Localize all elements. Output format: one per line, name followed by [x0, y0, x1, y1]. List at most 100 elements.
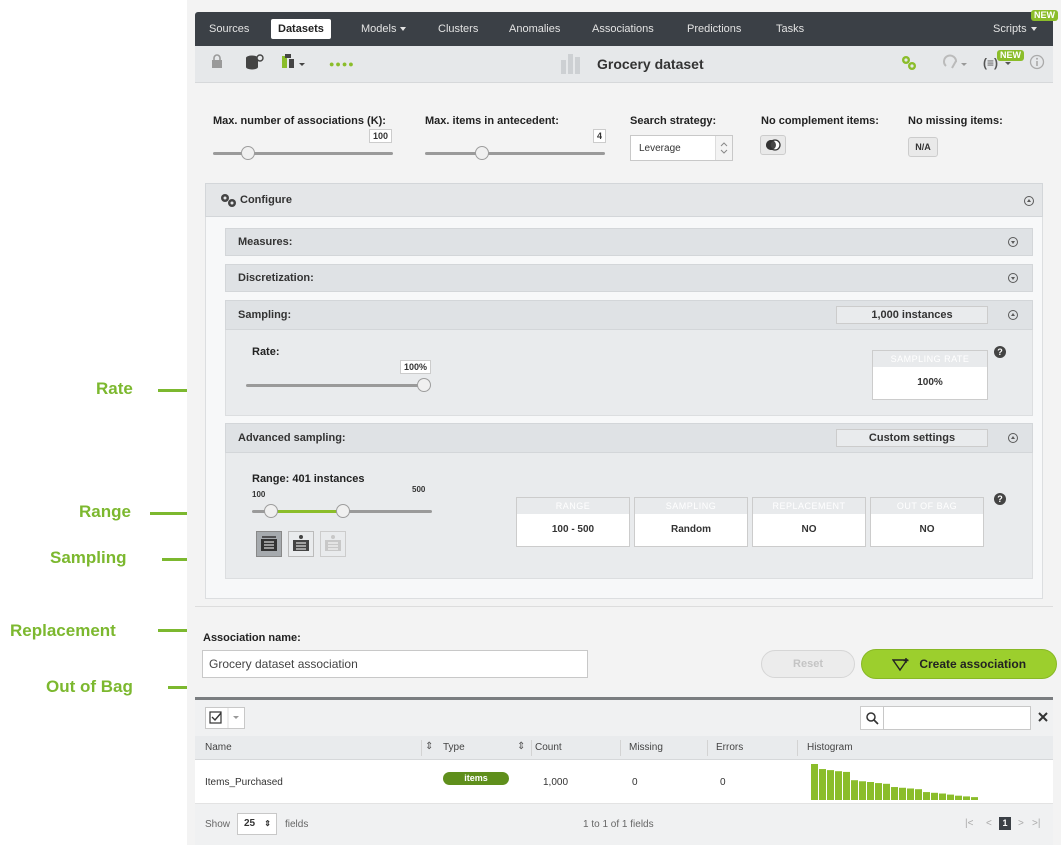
divider [195, 606, 1053, 607]
nav-predictions[interactable]: Predictions [687, 12, 741, 46]
next-page-icon[interactable]: > [1018, 818, 1024, 829]
nav-datasets[interactable]: Datasets [271, 19, 331, 39]
range-label: Range: 401 instances [252, 473, 365, 485]
first-page-icon[interactable]: |< [965, 818, 973, 829]
replacement-button[interactable] [288, 531, 314, 557]
sort-icon[interactable]: ⇕ [517, 741, 525, 752]
no-missing-toggle[interactable]: N/A [908, 137, 938, 157]
max-associations-label: Max. number of associations (K): [213, 115, 386, 127]
range-max-knob[interactable] [336, 504, 350, 518]
header-missing[interactable]: Missing [629, 742, 663, 753]
advanced-sampling-collapse-icon[interactable] [1008, 433, 1018, 443]
range-fill [271, 510, 343, 513]
histogram-bar [859, 781, 866, 800]
association-name-value: Grocery dataset association [209, 657, 358, 671]
max-associations-knob[interactable] [241, 146, 255, 160]
row-count: 1,000 [543, 777, 569, 788]
search-button[interactable] [860, 706, 884, 730]
sampling-rate-card-head: SAMPLING RATE [873, 351, 987, 367]
clear-search-icon[interactable] [1037, 710, 1049, 729]
column-selector[interactable] [205, 707, 245, 729]
search-icon [866, 712, 879, 725]
header-errors[interactable]: Errors [716, 742, 743, 753]
sampling-help-icon[interactable]: ? [994, 346, 1006, 358]
lock-icon[interactable] [211, 54, 223, 74]
nav-anomalies[interactable]: Anomalies [509, 12, 560, 46]
histogram-bar [891, 787, 898, 800]
nav-scripts-label: Scripts [993, 23, 1027, 35]
histogram-bar [851, 780, 858, 800]
more-actions-dots[interactable]: ●●●● [329, 54, 355, 74]
reset-label: Reset [793, 658, 823, 670]
configure-title: Configure [240, 194, 292, 206]
model-icon[interactable] [281, 54, 307, 74]
nav-tasks[interactable]: Tasks [776, 12, 804, 46]
header-name[interactable]: Name [205, 742, 232, 753]
nav-associations[interactable]: Associations [592, 12, 654, 46]
sort-icon[interactable]: ⇕ [425, 741, 433, 752]
range-min-knob[interactable] [264, 504, 278, 518]
no-missing-label: No missing items: [908, 115, 1003, 127]
row-name: Items_Purchased [205, 777, 283, 788]
out-of-bag-icon [325, 535, 341, 551]
database-search-icon[interactable] [245, 54, 265, 74]
no-complement-label: No complement items: [761, 115, 879, 127]
create-association-button[interactable]: Create association [861, 649, 1057, 679]
header-count[interactable]: Count [535, 742, 562, 753]
max-associations-value: 100 [369, 129, 393, 143]
rate-track[interactable] [246, 384, 426, 387]
discretization-title: Discretization: [238, 272, 314, 284]
rate-knob[interactable] [417, 378, 431, 392]
advanced-sampling-header[interactable]: Advanced sampling: Custom settings [225, 423, 1033, 453]
nav-sources[interactable]: Sources [209, 12, 249, 46]
max-items-value: 4 [593, 129, 607, 143]
measures-expand-icon[interactable] [1008, 237, 1018, 247]
nav-clusters[interactable]: Clusters [438, 12, 478, 46]
discretization-header[interactable]: Discretization: [225, 264, 1033, 292]
page-size-select[interactable]: 25 ⇕ [237, 813, 277, 835]
header-type[interactable]: Type [443, 742, 465, 753]
chevron-down-icon [400, 27, 407, 32]
configure-gears-icon[interactable] [900, 54, 918, 74]
current-page[interactable]: 1 [999, 817, 1011, 830]
association-name-input[interactable]: Grocery dataset association [202, 650, 588, 678]
out-of-bag-card-value: NO [919, 524, 935, 535]
table-row[interactable]: Items_Purchased items 1,000 0 0 [195, 760, 1053, 804]
sampling-header[interactable]: Sampling: 1,000 instances [225, 300, 1033, 330]
table-header-row: Name ⇕ Type ⇕ Count Missing Errors Histo… [195, 736, 1053, 760]
search-strategy-select[interactable]: Leverage [630, 135, 733, 161]
discretization-expand-icon[interactable] [1008, 273, 1018, 283]
dataset-toolbar: ●●●● Grocery dataset (≡) NEW [195, 46, 1053, 83]
advanced-sampling-help-icon[interactable]: ? [994, 493, 1006, 505]
prev-page-icon[interactable]: < [986, 818, 992, 829]
sampling-collapse-icon[interactable] [1008, 310, 1018, 320]
sampling-mode-button[interactable] [256, 531, 282, 557]
column-divider [421, 740, 422, 756]
search-input[interactable] [883, 706, 1031, 730]
histogram-bar [867, 782, 874, 800]
range-card: RANGE 100 - 500 [516, 497, 630, 547]
measures-header[interactable]: Measures: [225, 228, 1033, 256]
out-of-bag-button[interactable] [320, 531, 346, 557]
max-items-knob[interactable] [475, 146, 489, 160]
reset-button[interactable]: Reset [761, 650, 855, 678]
nav-models[interactable]: Models [361, 12, 407, 46]
info-icon[interactable] [1029, 54, 1045, 74]
histogram-bar [835, 771, 842, 800]
histogram-bar [971, 797, 978, 800]
replacement-card-head: REPLACEMENT [753, 498, 865, 514]
association-name-label: Association name: [203, 632, 301, 644]
no-complement-toggle[interactable] [760, 135, 786, 155]
max-associations-track[interactable] [213, 152, 393, 155]
sampling-card-head: SAMPLING [635, 498, 747, 514]
histogram-bar [827, 770, 834, 800]
histogram-chart[interactable] [811, 762, 981, 802]
script-new-badge: NEW [997, 50, 1024, 61]
sampling-body: Rate: 100% SAMPLING RATE 100% ? [225, 330, 1033, 416]
histogram-bar [819, 769, 826, 800]
configure-collapse-icon[interactable] [1024, 196, 1034, 206]
configure-header[interactable]: Configure [205, 183, 1043, 217]
last-page-icon[interactable]: >| [1032, 818, 1040, 829]
cluster-icon[interactable] [943, 54, 969, 74]
max-items-track[interactable] [425, 152, 605, 155]
